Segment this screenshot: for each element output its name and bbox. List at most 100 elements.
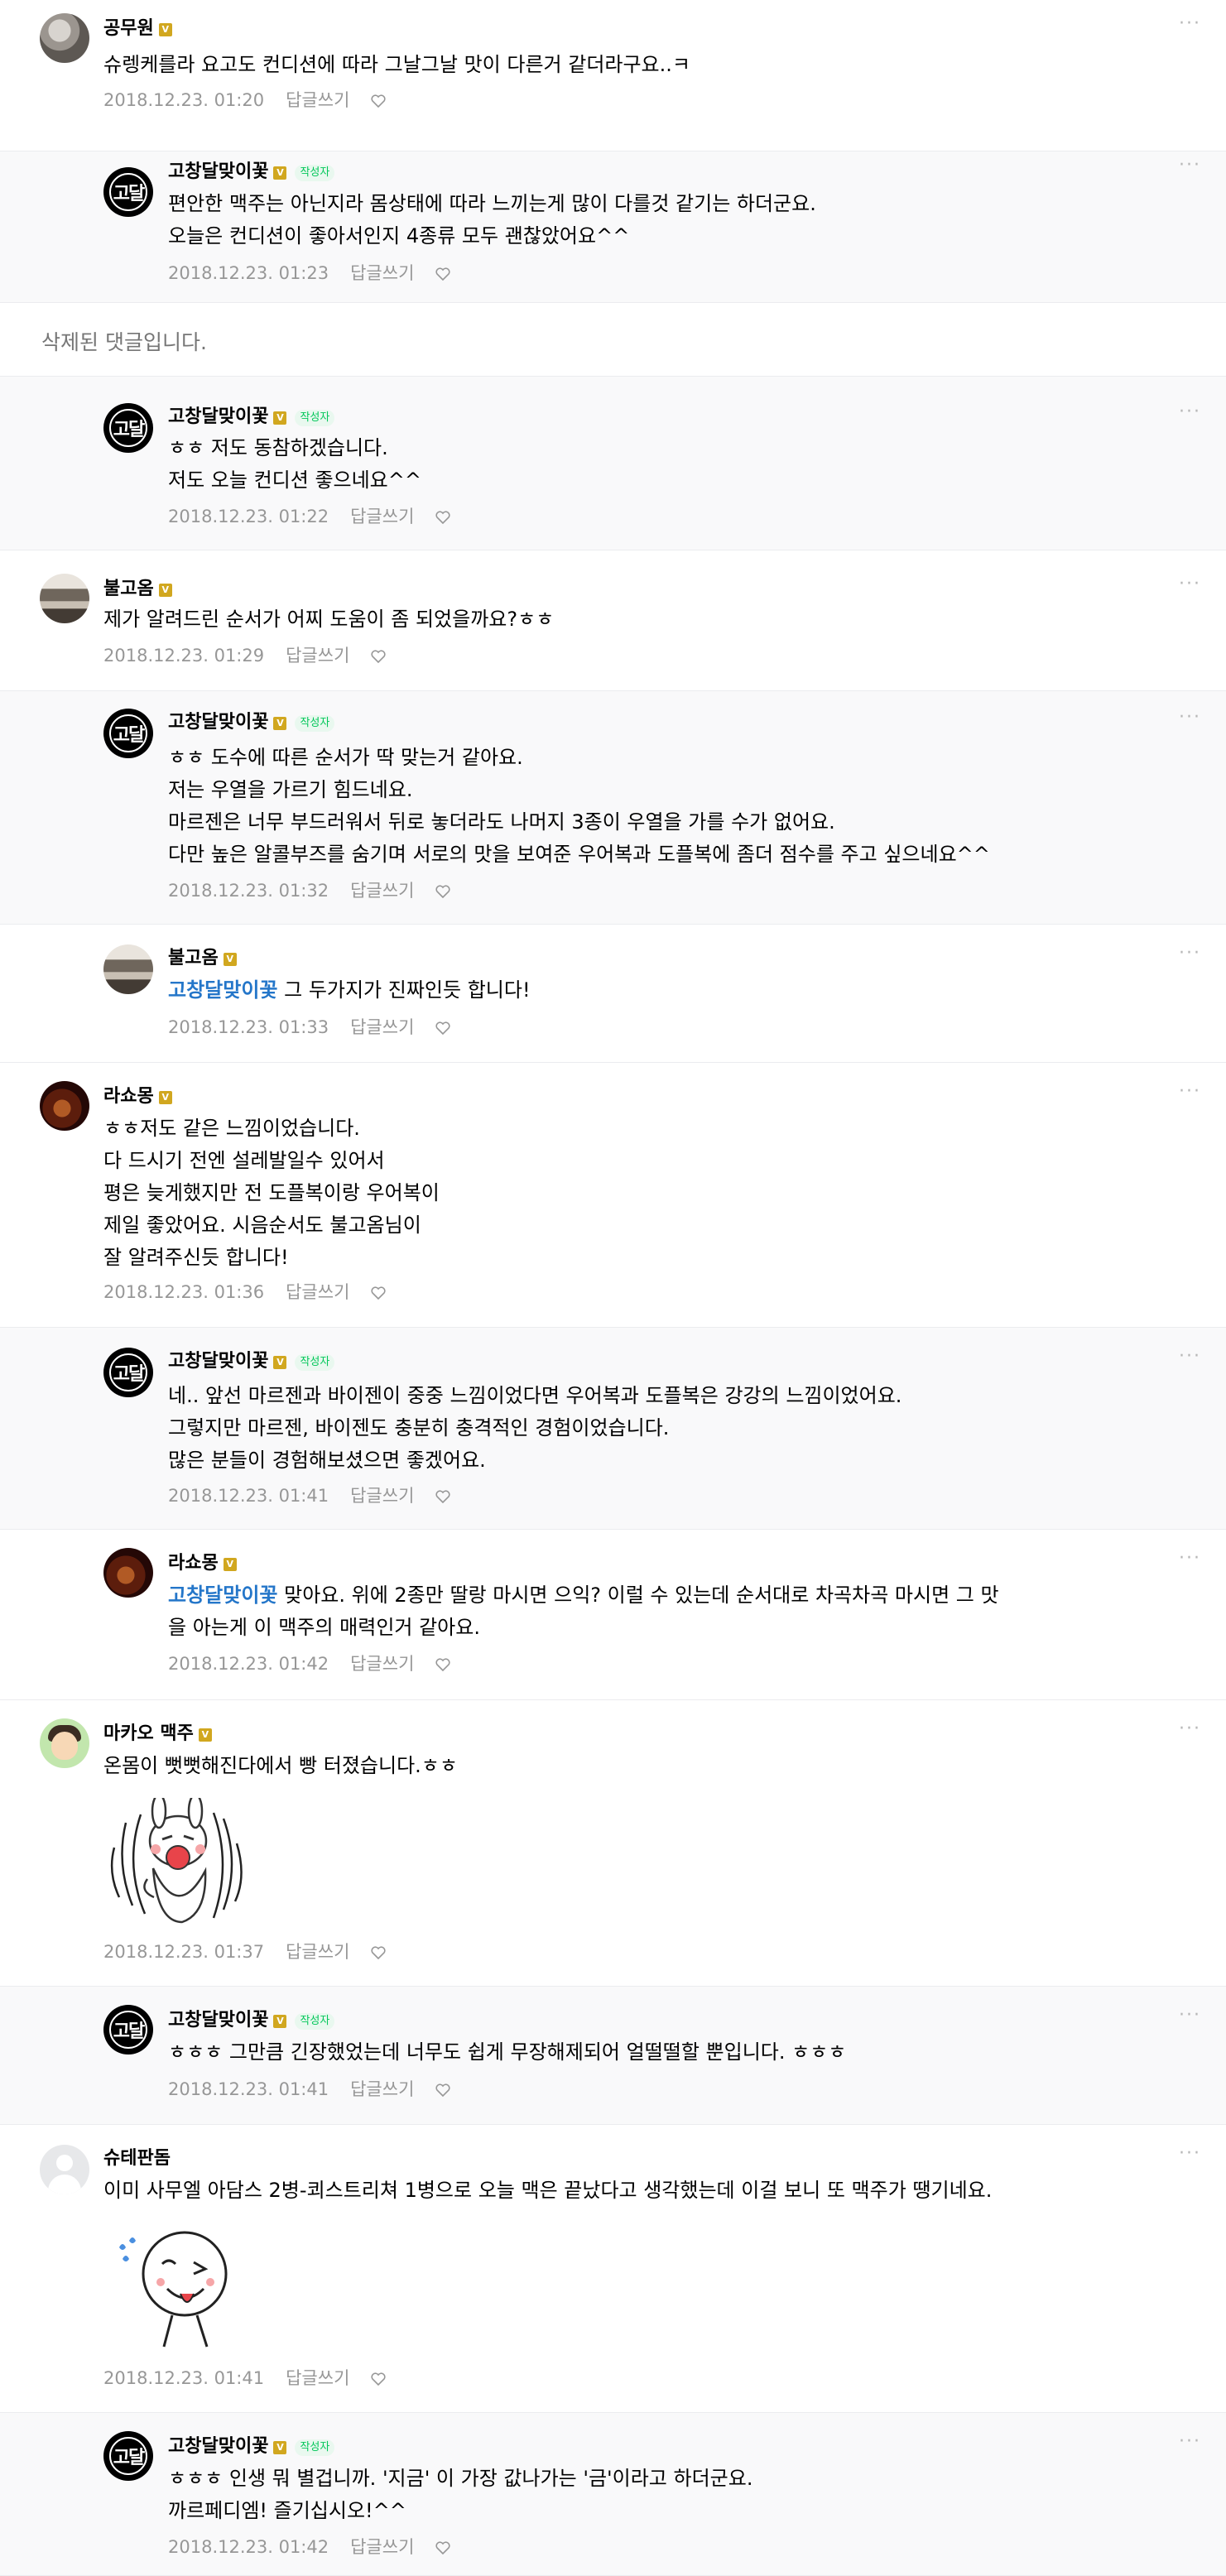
comment-author[interactable]: 공무원 bbox=[103, 18, 154, 39]
avatar[interactable]: 고달 bbox=[103, 2005, 153, 2055]
avatar[interactable] bbox=[103, 1548, 153, 1598]
heart-icon[interactable] bbox=[435, 2539, 450, 2555]
reply-button[interactable]: 답글쓰기 bbox=[286, 2368, 349, 2388]
comment-time: 2018.12.23. 01:41 bbox=[168, 1486, 329, 1506]
avatar[interactable]: 고달 bbox=[103, 2431, 153, 2481]
more-dots-icon[interactable]: ··· bbox=[1179, 13, 1201, 34]
logo-mark: 고달 bbox=[113, 725, 145, 746]
more-dots-icon[interactable]: ··· bbox=[1179, 155, 1201, 175]
reply-button[interactable]: 답글쓰기 bbox=[350, 1017, 414, 1037]
comment-body: 맞아요. 위에 2종만 딸랑 마시면 으익? 이럴 수 있는데 순서대로 차곡차… bbox=[168, 1584, 999, 1639]
avatar[interactable]: 고달 bbox=[103, 403, 153, 453]
comment-time: 2018.12.23. 01:29 bbox=[103, 646, 265, 666]
more-dots-icon[interactable]: ··· bbox=[1179, 1346, 1201, 1367]
heart-icon[interactable] bbox=[371, 2370, 386, 2386]
more-dots-icon[interactable]: ··· bbox=[1179, 1081, 1201, 1102]
reply-button[interactable]: 답글쓰기 bbox=[350, 1486, 414, 1506]
logo-mark: 고달 bbox=[113, 2021, 145, 2042]
comment-time: 2018.12.23. 01:22 bbox=[168, 507, 329, 526]
comment-author[interactable]: 불고옴 bbox=[103, 579, 154, 599]
more-dots-icon[interactable]: ··· bbox=[1179, 574, 1201, 594]
heart-icon[interactable] bbox=[435, 1487, 450, 1504]
comment-author[interactable]: 라쇼몽 bbox=[168, 1553, 219, 1574]
reply-button[interactable]: 답글쓰기 bbox=[350, 881, 414, 901]
author-badge: 작성자 bbox=[295, 2439, 335, 2456]
reply-item: 고달 고창달맞이꽃 V 작성자 ㅎㅎㅎ 인생 뭐 별겁니까. '지금' 이 가장 값… bbox=[0, 2413, 1226, 2576]
v-badge-icon: V bbox=[158, 584, 172, 597]
heart-icon[interactable] bbox=[435, 882, 450, 899]
v-badge-icon: V bbox=[273, 2015, 287, 2028]
reply-button[interactable]: 답글쓰기 bbox=[286, 646, 349, 666]
avatar[interactable] bbox=[40, 2145, 89, 2194]
avatar[interactable]: 고달 bbox=[103, 709, 153, 758]
comment-author[interactable]: 불고옴 bbox=[168, 948, 219, 968]
more-dots-icon[interactable]: ··· bbox=[1179, 2143, 1201, 2164]
comment-item: 공무원 V 슈렝케를라 요고도 컨디션에 따라 그날그날 맛이 다른거 같더라구요… bbox=[0, 0, 1226, 151]
more-dots-icon[interactable]: ··· bbox=[1179, 1548, 1201, 1569]
reply-button[interactable]: 답글쓰기 bbox=[286, 90, 349, 110]
character-sticker-image[interactable] bbox=[114, 2223, 247, 2355]
rabbit-sticker-image[interactable] bbox=[108, 1793, 248, 1930]
logo-mark: 고달 bbox=[113, 184, 145, 204]
heart-icon[interactable] bbox=[371, 92, 386, 108]
heart-icon[interactable] bbox=[435, 2081, 450, 2098]
reply-button[interactable]: 답글쓰기 bbox=[286, 1942, 349, 1962]
avatar[interactable] bbox=[40, 13, 89, 63]
v-badge-icon: V bbox=[273, 411, 287, 425]
comment-text: 온몸이 뻣뻣해진다에서 빵 터졌습니다.ㅎㅎ bbox=[103, 1754, 458, 1777]
reply-button[interactable]: 답글쓰기 bbox=[350, 1654, 414, 1674]
comment-item: 라쇼몽 V ㅎㅎ저도 같은 느낌이었습니다. 다 드시기 전엔 설레발일수 있어서… bbox=[0, 1063, 1226, 1328]
comment-author[interactable]: 마카오 맥주 bbox=[103, 1723, 194, 1744]
heart-icon[interactable] bbox=[371, 1284, 386, 1300]
avatar[interactable] bbox=[40, 1718, 89, 1768]
avatar[interactable] bbox=[40, 574, 89, 623]
heart-icon[interactable] bbox=[435, 508, 450, 525]
avatar[interactable]: 고달 bbox=[103, 167, 153, 217]
reply-button[interactable]: 답글쓰기 bbox=[350, 2537, 414, 2557]
reply-button[interactable]: 답글쓰기 bbox=[350, 263, 414, 283]
comment-time: 2018.12.23. 01:37 bbox=[103, 1942, 265, 1962]
comment-author[interactable]: 고창달맞이꽃 bbox=[168, 1351, 268, 1372]
comment-author[interactable]: 고창달맞이꽃 bbox=[168, 2010, 268, 2031]
v-badge-icon: V bbox=[158, 23, 172, 36]
more-dots-icon[interactable]: ··· bbox=[1179, 1718, 1201, 1739]
reply-button[interactable]: 답글쓰기 bbox=[350, 507, 414, 526]
logo-mark: 고달 bbox=[113, 2448, 145, 2468]
comment-text: ㅎㅎ 도수에 따른 순서가 딱 맞는거 같아요. 저는 우열을 가르기 힘드네요… bbox=[168, 746, 990, 866]
avatar[interactable] bbox=[103, 944, 153, 994]
v-badge-icon: V bbox=[273, 717, 287, 730]
comment-text: ㅎㅎ 저도 동참하겠습니다. 저도 오늘 컨디션 좋으네요^^ bbox=[168, 436, 421, 492]
more-dots-icon[interactable]: ··· bbox=[1179, 401, 1201, 422]
comment-author[interactable]: 고창달맞이꽃 bbox=[168, 161, 268, 182]
heart-icon[interactable] bbox=[371, 647, 386, 664]
heart-icon[interactable] bbox=[371, 1944, 386, 1960]
avatar[interactable]: 고달 bbox=[103, 1348, 153, 1397]
comment-time: 2018.12.23. 01:32 bbox=[168, 881, 329, 901]
reply-item: 라쇼몽 V 고창달맞이꽃 맞아요. 위에 2종만 딸랑 마시면 으익? 이럴 수 … bbox=[0, 1530, 1226, 1700]
comment-author[interactable]: 라쇼몽 bbox=[103, 1086, 154, 1107]
reply-button[interactable]: 답글쓰기 bbox=[350, 2079, 414, 2099]
reply-button[interactable]: 답글쓰기 bbox=[286, 1282, 349, 1302]
heart-icon[interactable] bbox=[435, 265, 450, 281]
comment-item: 마카오 맥주 V 온몸이 뻣뻣해진다에서 빵 터졌습니다.ㅎㅎ 2018.12.2… bbox=[0, 1700, 1226, 1987]
heart-icon[interactable] bbox=[435, 1019, 450, 1036]
comment-text: 고창달맞이꽃 맞아요. 위에 2종만 딸랑 마시면 으익? 이럴 수 있는데 순… bbox=[168, 1579, 1178, 1644]
more-dots-icon[interactable]: ··· bbox=[1179, 2005, 1201, 2026]
comment-time: 2018.12.23. 01:42 bbox=[168, 2537, 329, 2557]
mention-link[interactable]: 고창달맞이꽃 bbox=[168, 1584, 277, 1607]
comment-author[interactable]: 고창달맞이꽃 bbox=[168, 712, 268, 733]
comment-author[interactable]: 고창달맞이꽃 bbox=[168, 406, 268, 427]
comment-text: 네.. 앞선 마르젠과 바이젠이 중중 느낌이었다면 우어복과 도플복은 강강의… bbox=[168, 1384, 902, 1472]
heart-icon[interactable] bbox=[435, 1656, 450, 1672]
more-dots-icon[interactable]: ··· bbox=[1179, 2431, 1201, 2452]
reply-item: 불고옴 V 고창달맞이꽃 그 두가지가 진짜인듯 합니다! 2018.12.23.… bbox=[0, 925, 1226, 1063]
avatar[interactable] bbox=[40, 1081, 89, 1131]
mention-link[interactable]: 고창달맞이꽃 bbox=[168, 978, 277, 1002]
comment-author[interactable]: 슈테판돔 bbox=[103, 2148, 171, 2169]
comment-time: 2018.12.23. 01:42 bbox=[168, 1654, 329, 1674]
more-dots-icon[interactable]: ··· bbox=[1179, 943, 1201, 964]
comment-text: 편안한 맥주는 아닌지라 몸상태에 따라 느끼는게 많이 다를것 같기는 하더군… bbox=[168, 192, 816, 248]
more-dots-icon[interactable]: ··· bbox=[1179, 707, 1201, 728]
comment-text: 슈렝케를라 요고도 컨디션에 따라 그날그날 맛이 다른거 같더라구요..ㅋ bbox=[103, 53, 690, 76]
comment-author[interactable]: 고창달맞이꽃 bbox=[168, 2436, 268, 2457]
